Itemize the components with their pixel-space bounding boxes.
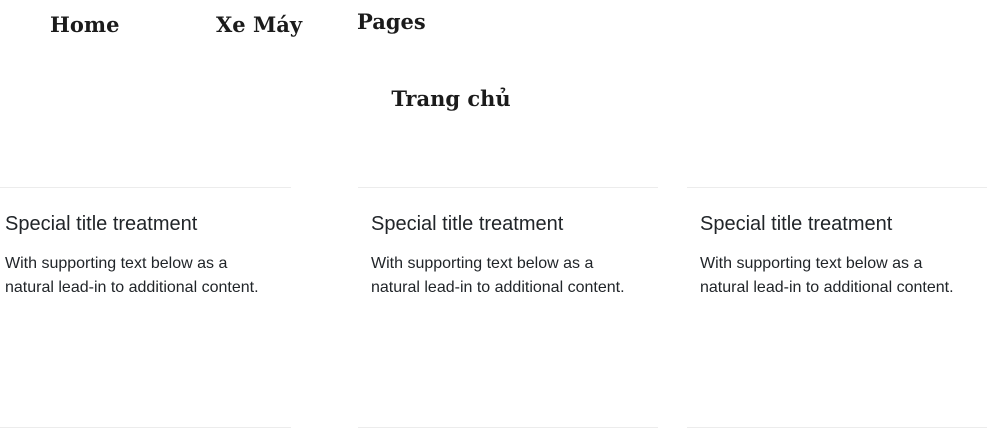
card-title: Special title treatment (700, 213, 893, 235)
card-text: With supporting text below as a natural … (700, 255, 954, 296)
card: Special title treatment With supporting … (358, 187, 658, 428)
card-body: Special title treatment With supporting … (5, 212, 273, 300)
card-text: With supporting text below as a natural … (5, 255, 259, 296)
page-title: Trang chủ (391, 86, 511, 111)
card-title: Special title treatment (371, 213, 564, 235)
nav-link-pages[interactable]: Pages (357, 11, 426, 32)
nav-link-xe-may[interactable]: Xe Máy (216, 14, 302, 35)
card-body: Special title treatment With supporting … (371, 212, 644, 300)
card-text: With supporting text below as a natural … (371, 255, 625, 296)
nav-link-home[interactable]: Home (50, 14, 119, 35)
card-body: Special title treatment With supporting … (700, 212, 973, 300)
card: Special title treatment With supporting … (687, 187, 987, 428)
card: Special title treatment With supporting … (0, 187, 291, 428)
card-title: Special title treatment (5, 213, 198, 235)
